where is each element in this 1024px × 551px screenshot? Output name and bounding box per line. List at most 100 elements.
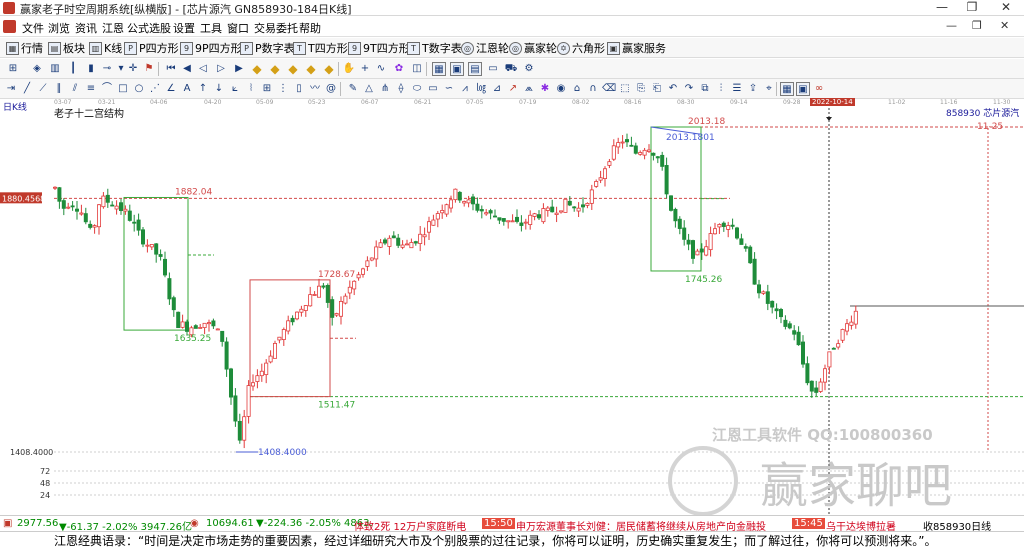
fan-icon[interactable]: ⋰: [148, 82, 162, 96]
save-icon[interactable]: ▣: [450, 62, 464, 76]
export-icon[interactable]: ⇪: [746, 82, 760, 96]
cycle-icon[interactable]: ⦚: [244, 82, 258, 96]
forward-icon[interactable]: ▷: [214, 62, 228, 76]
menu-browse[interactable]: 浏览: [48, 20, 70, 36]
angle-icon[interactable]: ∠: [164, 82, 178, 96]
menu-news[interactable]: 资讯: [75, 20, 97, 36]
menu-formula[interactable]: 公式选股: [127, 20, 171, 36]
zigzag-icon[interactable]: ⩕: [522, 82, 536, 96]
toolbar-kline-button[interactable]: ▥ K线: [89, 40, 122, 56]
diamond-icon[interactable]: ◆: [268, 62, 282, 76]
index2-value[interactable]: 10694.61: [206, 518, 254, 529]
maximize-button[interactable]: ❐: [958, 0, 986, 16]
toolbar-gann-wheel-button[interactable]: ◎ 江恩轮: [461, 40, 509, 56]
toolbar-winner-wheel-button[interactable]: ◎ 赢家轮: [509, 40, 557, 56]
bars-icon[interactable]: ┃: [66, 62, 80, 76]
toolbar-t-table-button[interactable]: T T数字表: [407, 40, 462, 56]
cursor-icon[interactable]: ⇥: [4, 82, 18, 96]
log-icon[interactable]: ㏒: [474, 82, 488, 96]
rectangle-icon[interactable]: ▭: [426, 82, 440, 96]
down-arrow-icon[interactable]: ↓: [212, 82, 226, 96]
pencil-icon[interactable]: ✎: [346, 82, 360, 96]
infinity-icon[interactable]: ∞: [812, 82, 826, 96]
lock-icon[interactable]: ⌂: [570, 82, 584, 96]
group-icon[interactable]: ⧉: [698, 82, 712, 96]
time-zone-icon[interactable]: ⋮: [276, 82, 290, 96]
menu-trade[interactable]: 交易委托: [254, 20, 298, 36]
menu-settings[interactable]: 设置: [173, 20, 195, 36]
box-icon[interactable]: ▯: [292, 82, 306, 96]
speed-icon[interactable]: ⟠: [394, 82, 408, 96]
triangle-icon[interactable]: △: [362, 82, 376, 96]
bar-chart-icon[interactable]: ▥: [48, 62, 62, 76]
pin-icon[interactable]: ⌖: [762, 82, 776, 96]
table-icon[interactable]: ▦: [432, 62, 446, 76]
monitor-icon[interactable]: ▭: [486, 62, 500, 76]
spiral-icon[interactable]: @: [324, 82, 338, 96]
fibonacci-icon[interactable]: ≡: [84, 82, 98, 96]
eye-icon[interactable]: ◉: [554, 82, 568, 96]
system-menu-icon[interactable]: [3, 20, 16, 33]
copy-icon[interactable]: ⎘: [634, 82, 648, 96]
child-close-button[interactable]: ✕: [1000, 19, 1009, 32]
pitchfork-icon[interactable]: ⋔: [378, 82, 392, 96]
diamond-icon[interactable]: ◆: [286, 62, 300, 76]
layout-icon[interactable]: ▦: [780, 82, 794, 96]
fast-back-icon[interactable]: ◀: [180, 62, 194, 76]
stack-icon[interactable]: ☰: [730, 82, 744, 96]
toolbar-9t-square-button[interactable]: 9 9T四方形: [348, 40, 410, 56]
diamond-icon[interactable]: ◆: [322, 62, 336, 76]
menu-tools[interactable]: 工具: [200, 20, 222, 36]
arc-icon[interactable]: ⌒: [100, 82, 114, 96]
gann-fan-icon[interactable]: ⟀: [228, 82, 242, 96]
wave-icon[interactable]: ∿: [374, 62, 388, 76]
channel-icon[interactable]: ⫽: [68, 82, 82, 96]
toolbar-service-button[interactable]: ▣ 赢家服务: [607, 40, 666, 56]
palette-icon[interactable]: ✿: [392, 62, 406, 76]
hand-icon[interactable]: ✋: [342, 62, 356, 76]
toolbar-p-square-button[interactable]: P P四方形: [124, 40, 179, 56]
delete-icon[interactable]: ⌫: [602, 82, 616, 96]
toolbar-9p-square-button[interactable]: 9 9P四方形: [180, 40, 242, 56]
toolbar-quotes-button[interactable]: ▦ 行情: [6, 40, 43, 56]
menu-help[interactable]: 帮助: [299, 20, 321, 36]
align-icon[interactable]: ⫶: [714, 82, 728, 96]
close-button[interactable]: ✕: [992, 0, 1020, 16]
index1-value[interactable]: 2977.56: [17, 518, 58, 529]
print-icon[interactable]: ▤: [468, 62, 482, 76]
toolbar-hexagon-button[interactable]: ✡ 六角形: [557, 40, 605, 56]
ellipse-icon[interactable]: ⬭: [410, 82, 424, 96]
menu-gann[interactable]: 江恩: [102, 20, 124, 36]
line-icon[interactable]: ⊸: [100, 62, 114, 76]
redo-icon[interactable]: ↷: [682, 82, 696, 96]
magnet-icon[interactable]: ∩: [586, 82, 600, 96]
toolbar-t-square-button[interactable]: T T四方形: [293, 40, 348, 56]
menu-file[interactable]: 文件: [22, 20, 44, 36]
back-icon[interactable]: ◁: [196, 62, 210, 76]
window-icon[interactable]: ▣: [796, 82, 810, 96]
up-arrow-icon[interactable]: ↑: [196, 82, 210, 96]
ray-icon[interactable]: ⟋: [36, 82, 50, 96]
grid-toggle-icon[interactable]: ⊞: [6, 62, 20, 76]
settings-icon[interactable]: ⚙: [522, 62, 536, 76]
star-mark-icon[interactable]: ✱: [538, 82, 552, 96]
polyline-icon[interactable]: ⩘: [458, 82, 472, 96]
menu-window[interactable]: 窗口: [227, 20, 249, 36]
minimize-button[interactable]: —: [928, 0, 956, 16]
first-bar-icon[interactable]: ⏮: [164, 62, 178, 76]
toolbar-p-table-button[interactable]: P P数字表: [240, 40, 295, 56]
circle-tool-icon[interactable]: ○: [132, 82, 146, 96]
parallel-icon[interactable]: ∥: [52, 82, 66, 96]
undo-icon[interactable]: ↶: [666, 82, 680, 96]
wave-tool-icon[interactable]: 〰: [308, 82, 322, 96]
flag-icon[interactable]: ⚑: [142, 62, 156, 76]
square-tool-icon[interactable]: □: [116, 82, 130, 96]
buy-mark-icon[interactable]: ↗: [506, 82, 520, 96]
truck-icon[interactable]: ⛟: [504, 62, 518, 76]
crosshair-icon[interactable]: ✛: [126, 62, 140, 76]
paste-icon[interactable]: ⎗: [650, 82, 664, 96]
diamond-icon[interactable]: ◆: [304, 62, 318, 76]
select-icon[interactable]: ⬚: [618, 82, 632, 96]
fast-forward-icon[interactable]: ▶: [232, 62, 246, 76]
child-restore-button[interactable]: ❐: [972, 19, 982, 32]
